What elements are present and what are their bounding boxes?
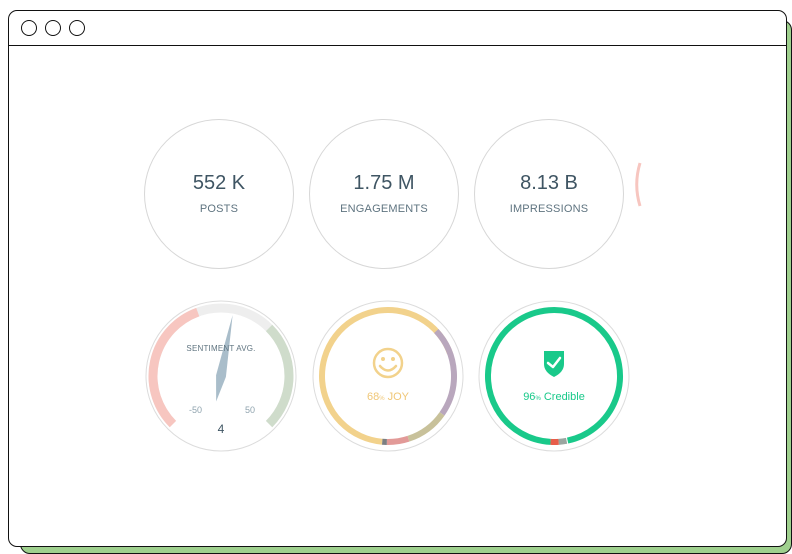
sentiment-max-label: 50	[245, 405, 256, 415]
uncredible-arc	[558, 437, 568, 445]
stat-value: 1.75 M	[353, 172, 415, 194]
stat-card-engagements: 1.75 M ENGAGEMENTS	[309, 119, 459, 269]
emotion-label: 68% JOY	[312, 391, 464, 403]
stat-label: ENGAGEMENTS	[340, 203, 428, 215]
stat-card-posts: 552 K POSTS	[144, 119, 294, 269]
stat-value: 552 K	[192, 172, 246, 194]
sentiment-positive-arc	[265, 324, 294, 428]
emotion-other-arc	[386, 435, 410, 445]
sentiment-gauge: SENTIMENT AVG. -50 50 4	[145, 300, 297, 452]
title-bar	[9, 11, 786, 46]
stat-card-partial	[630, 108, 642, 260]
sentiment-min-label: -50	[189, 405, 203, 415]
stat-label: POSTS	[199, 203, 239, 215]
stat-card-impressions: 8.13 B IMPRESSIONS	[474, 119, 624, 269]
window-close-button[interactable]	[21, 20, 37, 36]
stat-value: 8.13 B	[520, 172, 578, 194]
emotion-percent-sign: %	[379, 396, 385, 402]
sentiment-needle	[216, 315, 233, 402]
shield-check-icon	[544, 351, 564, 377]
emotion-other-arc	[407, 412, 445, 442]
credibility-gauge: 96% Credible	[478, 300, 630, 452]
sentiment-value: 4	[217, 422, 225, 436]
emotion-name: JOY	[387, 391, 410, 403]
credibility-percent: 96	[523, 391, 536, 403]
emotion-percent: 68	[366, 391, 380, 403]
stat-label: IMPRESSIONS	[509, 203, 589, 215]
window-minimize-button[interactable]	[45, 20, 61, 36]
credibility-percent-sign: %	[535, 396, 541, 402]
emotion-gauge: 68% JOY	[312, 300, 464, 452]
window-maximize-button[interactable]	[69, 20, 85, 36]
smiley-face-icon	[372, 347, 404, 379]
credibility-label: 96% Credible	[478, 391, 630, 403]
credibility-name: Credible	[543, 391, 585, 403]
sentiment-title: SENTIMENT AVG.	[186, 344, 256, 353]
browser-window	[8, 10, 787, 547]
